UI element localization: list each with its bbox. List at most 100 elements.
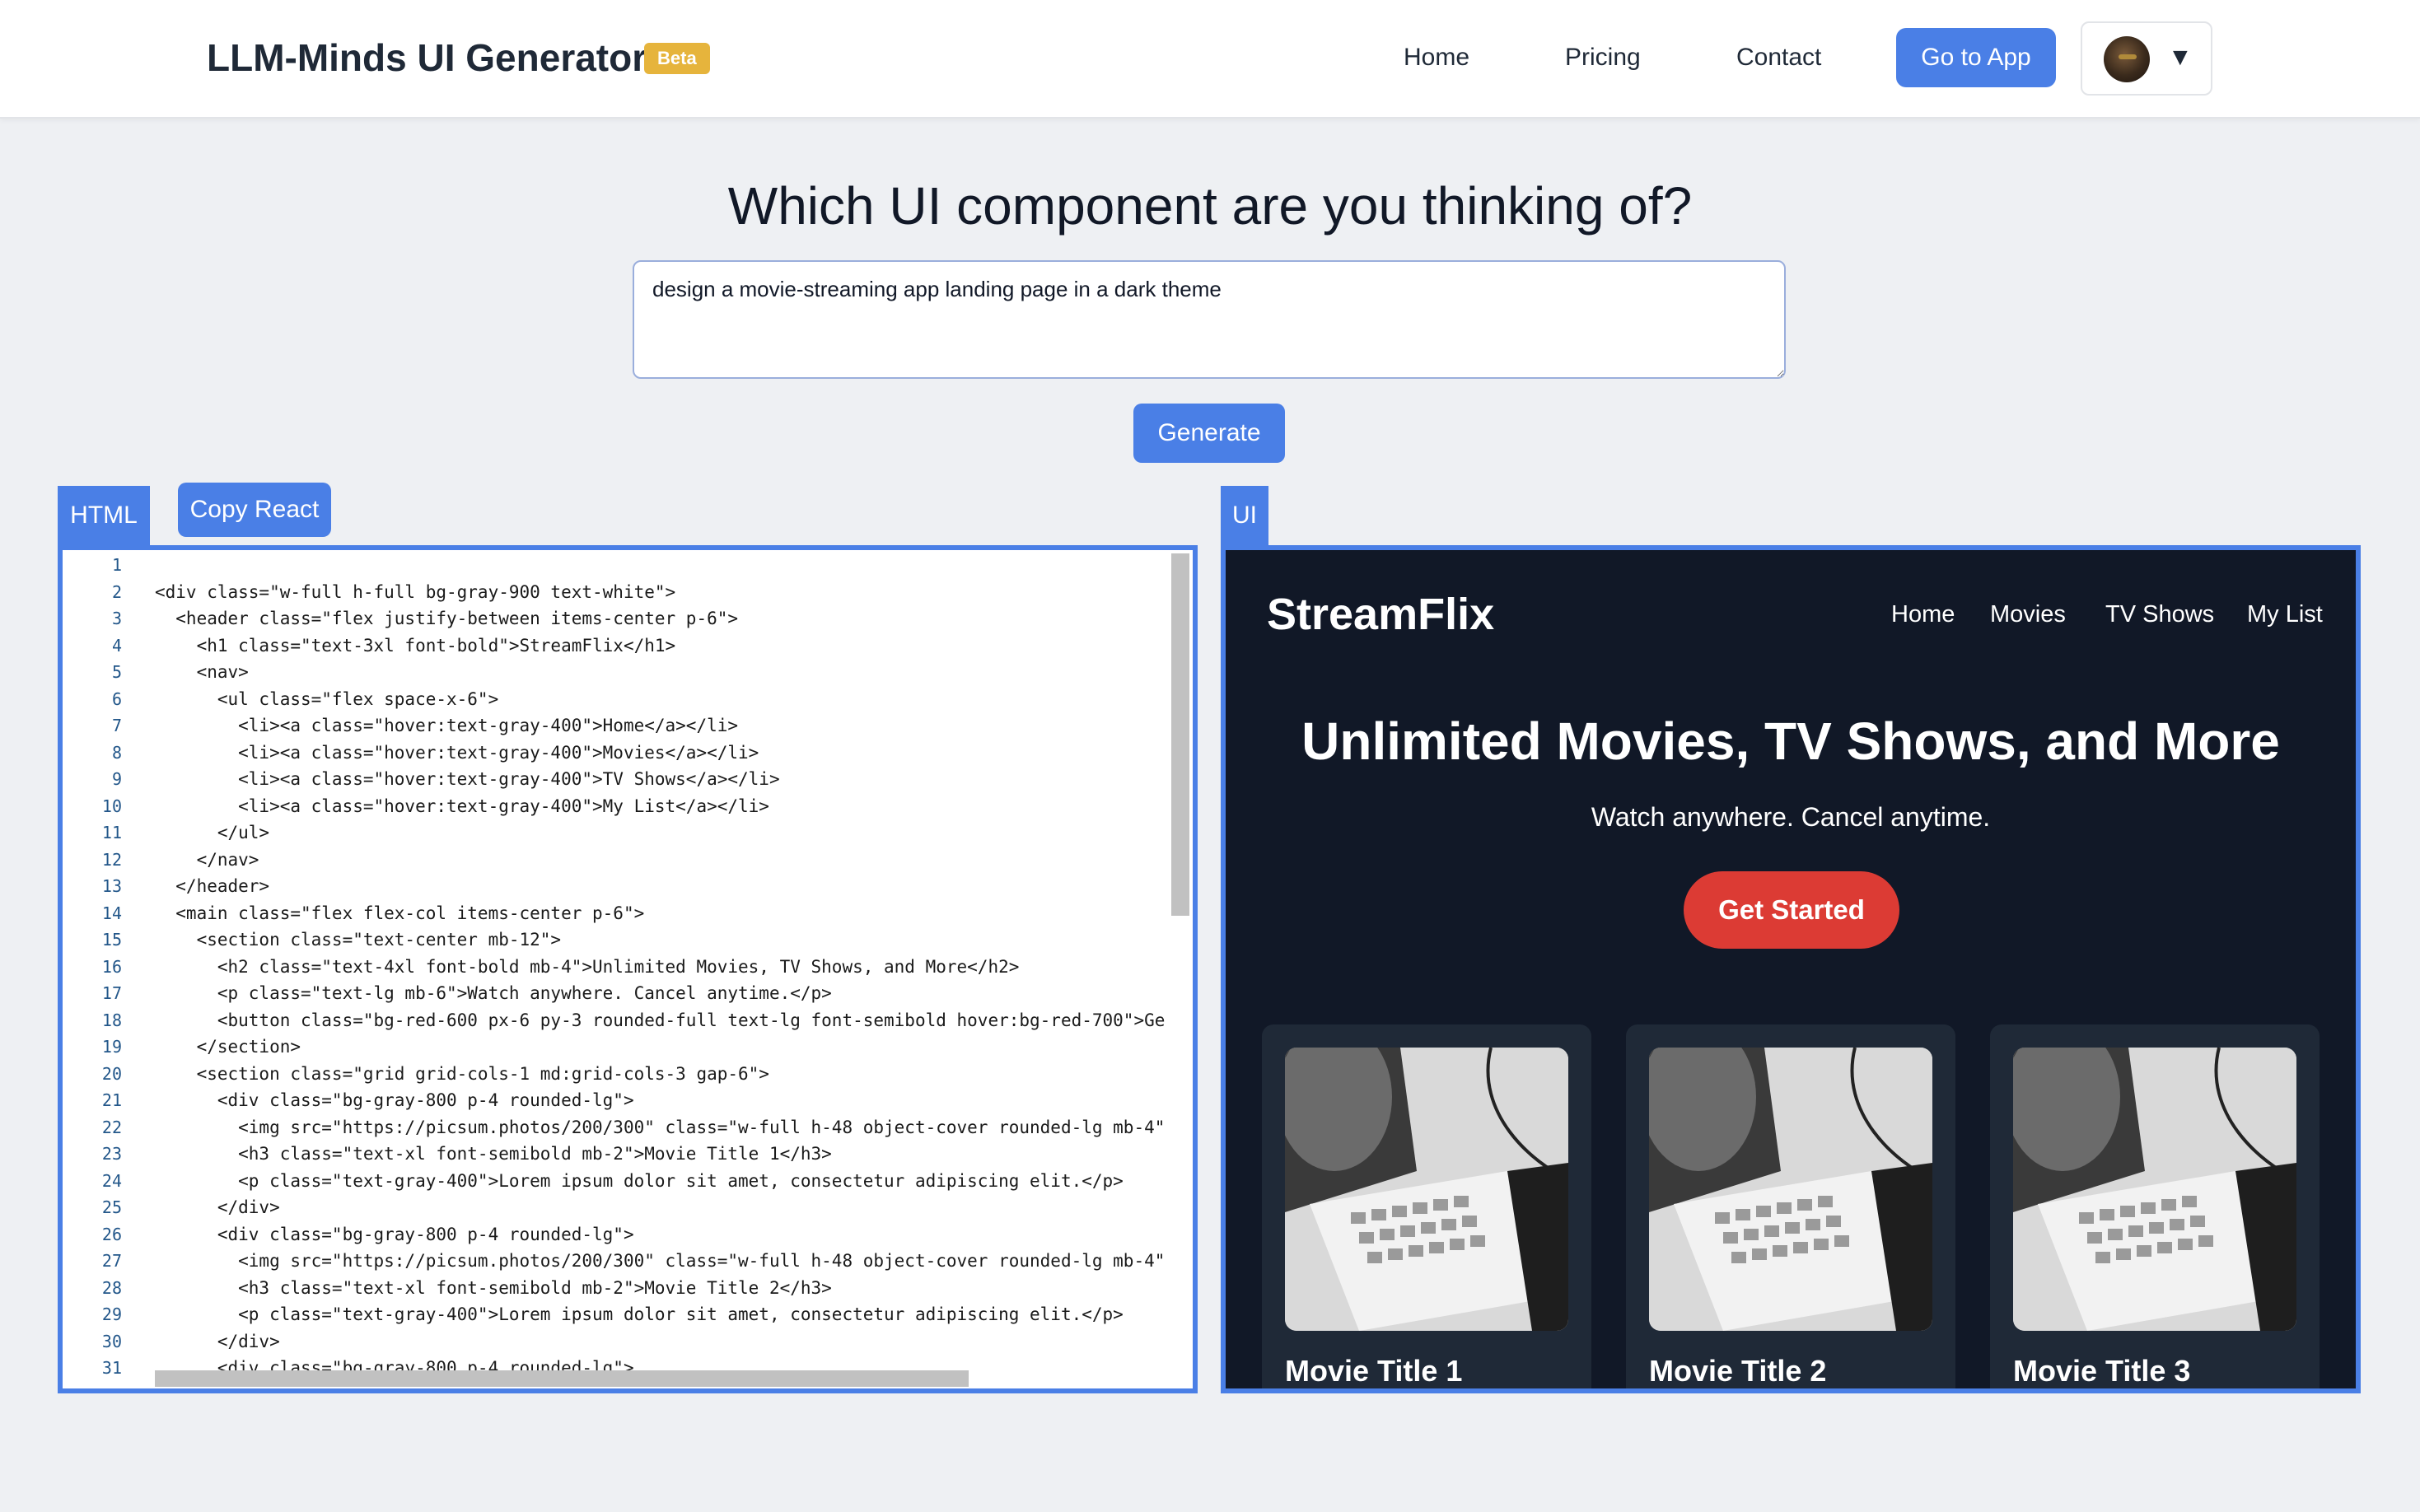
- line-number: 24: [101, 1170, 122, 1191]
- code-line: 19 </section>: [63, 1034, 1173, 1061]
- code-text: </div>: [155, 1197, 280, 1217]
- tab-ui[interactable]: UI: [1221, 486, 1268, 545]
- preview-nav-tv-shows[interactable]: TV Shows: [2105, 598, 2214, 631]
- movie-thumbnail: [1285, 1048, 1568, 1331]
- tab-html[interactable]: HTML: [58, 486, 150, 545]
- code-text: <img src="https://picsum.photos/200/300"…: [155, 1117, 1166, 1137]
- line-number: 7: [111, 716, 122, 735]
- code-text: <nav>: [155, 662, 249, 682]
- ui-preview: StreamFlix Home Movies TV Shows My List …: [1221, 545, 2361, 1393]
- movie-card[interactable]: Movie Title 2: [1626, 1024, 1955, 1388]
- nav-link-pricing[interactable]: Pricing: [1565, 40, 1641, 76]
- movie-card[interactable]: Movie Title 1: [1262, 1024, 1591, 1388]
- line-number: 18: [101, 1010, 122, 1030]
- preview-headline: Unlimited Movies, TV Shows, and More: [1301, 712, 2280, 771]
- code-text: <li><a class="hover:text-gray-400">My Li…: [155, 796, 769, 816]
- code-text: <div class="bg-gray-800 p-4 rounded-lg">: [155, 1090, 634, 1110]
- code-line: 23 <h3 class="text-xl font-semibold mb-2…: [63, 1141, 1173, 1168]
- line-number: 14: [101, 903, 122, 923]
- code-text: <p class="text-gray-400">Lorem ipsum dol…: [155, 1304, 1124, 1324]
- prompt-input[interactable]: design a movie-streaming app landing pag…: [633, 260, 1786, 379]
- get-started-button[interactable]: Get Started: [1684, 871, 1899, 949]
- line-number: 11: [101, 823, 122, 842]
- code-line: 8 <li><a class="hover:text-gray-400">Mov…: [63, 740, 1173, 767]
- code-text: <li><a class="hover:text-gray-400">Movie…: [155, 742, 759, 763]
- code-text: <div class="w-full h-full bg-gray-900 te…: [155, 581, 676, 602]
- code-line: 18 <button class="bg-red-600 px-6 py-3 r…: [63, 1007, 1173, 1034]
- line-number: 25: [101, 1197, 122, 1217]
- code-line: 4 <h1 class="text-3xl font-bold">StreamF…: [63, 632, 1173, 660]
- code-text: </nav>: [155, 849, 259, 870]
- code-line: 28 <h3 class="text-xl font-semibold mb-2…: [63, 1275, 1173, 1302]
- app-brand-title[interactable]: LLM-Minds UI Generator: [207, 33, 647, 82]
- user-avatar: [2104, 36, 2150, 82]
- code-text: <button class="bg-red-600 px-6 py-3 roun…: [155, 1010, 1166, 1030]
- line-number: 1: [111, 555, 122, 575]
- code-line: 11 </ul>: [63, 819, 1173, 847]
- line-number: 16: [101, 956, 122, 977]
- line-number: 6: [111, 688, 122, 709]
- user-menu-button[interactable]: ▼: [2081, 21, 2212, 96]
- beta-badge: Beta: [644, 43, 710, 74]
- line-number: 12: [101, 849, 122, 870]
- code-line: 13 </header>: [63, 873, 1173, 900]
- line-number: 30: [101, 1331, 122, 1351]
- code-text: </header>: [155, 876, 270, 896]
- line-number: 8: [111, 742, 122, 763]
- movie-card-title: Movie Title 2: [1649, 1354, 1827, 1388]
- page-heading: Which UI component are you thinking of?: [727, 176, 1693, 236]
- movie-card-title: Movie Title 1: [1285, 1354, 1463, 1388]
- code-editor[interactable]: 1 2 <div class="w-full h-full bg-gray-900 …: [58, 545, 1198, 1393]
- line-number: 31: [101, 1358, 122, 1378]
- preview-nav-movies[interactable]: Movies: [1990, 598, 2066, 631]
- copy-react-button[interactable]: Copy React: [178, 483, 331, 537]
- code-text: <h3 class="text-xl font-semibold mb-2">M…: [155, 1277, 832, 1298]
- code-text: <header class="flex justify-between item…: [155, 609, 739, 628]
- line-number: 19: [101, 1037, 122, 1057]
- code-line: 14 <main class="flex flex-col items-cent…: [63, 900, 1173, 927]
- code-text: <img src="https://picsum.photos/200/300"…: [155, 1251, 1166, 1271]
- line-number: 2: [111, 581, 122, 602]
- code-text: <p class="text-lg mb-6">Watch anywhere. …: [155, 983, 832, 1003]
- preview-nav-home[interactable]: Home: [1891, 598, 1955, 631]
- code-text: <ul class="flex space-x-6">: [155, 688, 499, 709]
- code-line: 10 <li><a class="hover:text-gray-400">My…: [63, 793, 1173, 820]
- line-number: 21: [101, 1090, 122, 1110]
- line-number: 15: [101, 930, 122, 950]
- line-number: 23: [101, 1144, 122, 1164]
- nav-link-contact[interactable]: Contact: [1736, 40, 1821, 76]
- code-line: 24 <p class="text-gray-400">Lorem ipsum …: [63, 1168, 1173, 1195]
- code-line: 26 <div class="bg-gray-800 p-4 rounded-l…: [63, 1221, 1173, 1248]
- horizontal-scrollbar[interactable]: [155, 1370, 969, 1387]
- code-lines: 1 2 <div class="w-full h-full bg-gray-900 …: [63, 552, 1173, 1382]
- code-line: 5 <nav>: [63, 659, 1173, 686]
- code-text: </ul>: [155, 823, 270, 842]
- movie-card-title: Movie Title 3: [2013, 1354, 2191, 1388]
- vertical-scrollbar[interactable]: [1171, 553, 1189, 916]
- movie-card[interactable]: Movie Title 3: [1990, 1024, 2320, 1388]
- code-text: <div class="bg-gray-800 p-4 rounded-lg">: [155, 1224, 634, 1244]
- code-line: 27 <img src="https://picsum.photos/200/3…: [63, 1248, 1173, 1275]
- code-line: 22 <img src="https://picsum.photos/200/3…: [63, 1114, 1173, 1141]
- code-text: </section>: [155, 1037, 301, 1057]
- line-number: 4: [111, 635, 122, 656]
- movie-thumbnail: [1649, 1048, 1932, 1331]
- code-line: 16 <h2 class="text-4xl font-bold mb-4">U…: [63, 954, 1173, 981]
- generate-button[interactable]: Generate: [1133, 404, 1285, 463]
- code-line: 17 <p class="text-lg mb-6">Watch anywher…: [63, 980, 1173, 1007]
- code-line: 9 <li><a class="hover:text-gray-400">TV …: [63, 766, 1173, 793]
- preview-nav-my-list[interactable]: My List: [2247, 598, 2323, 631]
- line-number: 5: [111, 662, 122, 682]
- code-line: 1: [63, 552, 1173, 579]
- code-line: 3 <header class="flex justify-between it…: [63, 605, 1173, 632]
- line-number: 20: [101, 1063, 122, 1084]
- code-text: <section class="grid grid-cols-1 md:grid…: [155, 1063, 769, 1084]
- code-text: <p class="text-gray-400">Lorem ipsum dol…: [155, 1170, 1124, 1191]
- nav-link-home[interactable]: Home: [1404, 40, 1469, 76]
- code-text: <h2 class="text-4xl font-bold mb-4">Unli…: [155, 956, 1020, 977]
- code-line: 20 <section class="grid grid-cols-1 md:g…: [63, 1061, 1173, 1088]
- chevron-down-icon: ▼: [2168, 44, 2193, 71]
- code-text: </div>: [155, 1331, 280, 1351]
- movie-thumbnail: [2013, 1048, 2296, 1331]
- go-to-app-button[interactable]: Go to App: [1896, 28, 2056, 87]
